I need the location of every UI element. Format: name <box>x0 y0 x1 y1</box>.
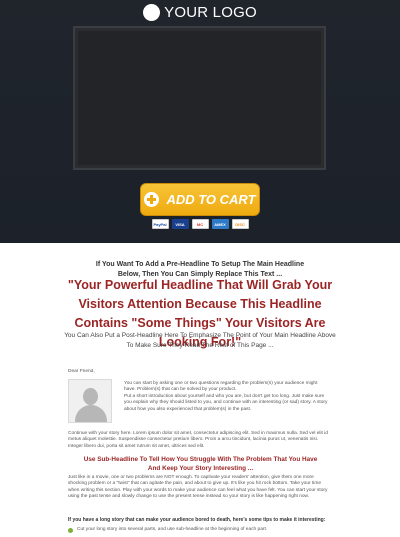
greeting: Dear Friend, <box>68 369 95 374</box>
mastercard-icon: MC <box>191 219 209 229</box>
problem-paragraph: Just like in a movie, one or two problem… <box>68 475 328 499</box>
logo-circle-icon <box>143 4 161 21</box>
avatar-body-icon <box>75 405 107 422</box>
visa-icon: VISA <box>171 219 189 229</box>
story-paragraph: Continue with your story here. Lorem ips… <box>68 431 328 449</box>
hero-section: YOUR LOGO ADD TO CART PayPal VISA MC AME… <box>0 0 400 243</box>
add-to-cart-button[interactable]: ADD TO CART <box>140 183 260 216</box>
author-avatar <box>68 379 112 423</box>
tip-text: Cut your long story into several parts, … <box>77 527 268 532</box>
discover-icon: DISC <box>231 219 249 229</box>
add-to-cart-label: ADD TO CART <box>166 192 256 207</box>
intro-paragraph: You can start by asking one or two quest… <box>124 381 318 393</box>
paypal-icon: PayPal <box>151 219 169 229</box>
about-paragraph: Put a short introduction about yourself … <box>124 394 328 412</box>
payment-methods: PayPal VISA MC AMEX DISC <box>0 219 400 229</box>
tips-intro: If you have a long story that can make y… <box>68 517 326 523</box>
tip-item: Cut your long story into several parts, … <box>68 527 330 533</box>
post-headline: You Can Also Put a Post-Headline Here To… <box>64 332 336 349</box>
letter-body: Dear Friend, You can start by asking one… <box>68 369 334 537</box>
amex-icon: AMEX <box>211 219 229 229</box>
avatar-head-icon <box>83 388 98 405</box>
logo[interactable]: YOUR LOGO <box>0 4 400 21</box>
plus-icon <box>144 192 160 207</box>
video-screen[interactable] <box>78 31 321 165</box>
video-player[interactable] <box>73 26 326 170</box>
logo-text: YOUR LOGO <box>164 4 257 21</box>
sub-headline: Use Sub-Headline To Tell How You Struggl… <box>83 456 318 472</box>
checkmark-icon <box>68 527 73 533</box>
sales-letter-section: If You Want To Add a Pre-Headline To Set… <box>0 243 400 537</box>
